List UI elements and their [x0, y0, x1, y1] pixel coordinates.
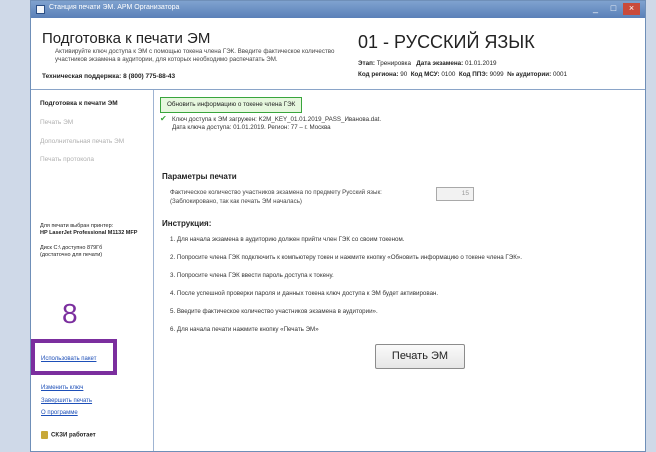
room-label: № аудитории: [507, 71, 552, 78]
support-phone: 8 (800) 775-88-43 [123, 73, 176, 80]
sidebar-item-print[interactable]: Печать ЭМ [40, 119, 73, 126]
instruction-step-2: 2. Попросите члена ГЭК подключить к комп… [170, 254, 522, 261]
printer-name: HP LaserJet Professional M1132 MFP [40, 230, 138, 236]
lock-icon [41, 431, 48, 439]
ckzi-status-text: СКЗИ работает [51, 432, 96, 439]
support-label: Техническая поддержка: [42, 73, 122, 80]
participants-count-input[interactable]: 15 [436, 187, 474, 201]
sidebar-item-prepare[interactable]: Подготовка к печати ЭМ [40, 100, 118, 107]
sidebar: Подготовка к печати ЭМ Печать ЭМ Дополни… [31, 90, 154, 451]
desktop-left-strip [0, 0, 30, 452]
param-block: Фактическое количество участников экзаме… [170, 188, 435, 206]
subject-title: 01 - РУССКИЙ ЯЗЫК [358, 32, 535, 52]
support-info: Техническая поддержка: 8 (800) 775-88-43 [42, 73, 175, 80]
printer-label: Для печати выбран принтер: [40, 223, 114, 229]
annotation-number: 8 [62, 298, 78, 329]
key-loaded-line: Ключ доступа к ЭМ загружен: K2M_KEY_01.0… [172, 116, 382, 123]
instruction-step-4: 4. После успешной проверки пароля и данн… [170, 290, 439, 297]
msu-value: 0100 [441, 71, 456, 78]
instruction-step-1: 1. Для начала экзамена в аудиторию долже… [170, 236, 405, 243]
about-link[interactable]: О программе [41, 410, 78, 416]
key-info: ✔ Ключ доступа к ЭМ загружен: K2M_KEY_01… [160, 114, 630, 132]
region-label: Код региона: [358, 71, 399, 78]
ppe-value: 9099 [489, 71, 504, 78]
title-bar: Станция печати ЭМ. АРМ Организатора _ □ … [31, 1, 645, 18]
header-description: Активируйте ключ доступа к ЭМ с помощью … [55, 48, 335, 63]
participants-note: (Заблокировано, так как печать ЭМ начала… [170, 198, 302, 205]
instruction-step-5: 5. Введите фактическое количество участн… [170, 308, 378, 315]
ckzi-status: СКЗИ работает [41, 431, 96, 439]
refresh-token-button[interactable]: Обновить информацию о токене члена ГЭК [160, 97, 302, 113]
msu-label: Код МСУ: [410, 71, 440, 78]
close-button[interactable]: × [623, 3, 640, 15]
minimize-button[interactable]: _ [587, 3, 604, 15]
params-title: Параметры печати [162, 172, 237, 181]
printer-info: Для печати выбран принтер: HP LaserJet P… [40, 223, 152, 237]
app-icon [36, 5, 45, 14]
exam-date-label: Дата экзамена: [416, 60, 464, 67]
sidebar-item-protocol[interactable]: Печать протокола [40, 156, 94, 163]
key-meta-line: Дата ключа доступа: 01.01.2019. Регион: … [172, 124, 331, 131]
app-window: Станция печати ЭМ. АРМ Организатора _ □ … [30, 0, 646, 452]
exam-meta: Этап: Тренировка Дата экзамена: 01.01.20… [358, 58, 567, 80]
finish-print-link[interactable]: Завершить печать [41, 398, 92, 404]
disk-status: (достаточно для печати) [40, 252, 103, 258]
room-value: 0001 [552, 71, 567, 78]
maximize-button[interactable]: □ [605, 3, 622, 15]
desktop-right-strip [646, 0, 656, 452]
main-panel: Обновить информацию о токене члена ГЭК ✔… [154, 90, 645, 451]
instruction-step-6: 6. Для начала печати нажмите кнопку «Печ… [170, 326, 319, 333]
participants-label: Фактическое количество участников экзаме… [170, 189, 382, 196]
stage-label: Этап: [358, 60, 375, 67]
instructions-title: Инструкция: [162, 219, 212, 228]
sidebar-item-extra-print[interactable]: Дополнительная печать ЭМ [40, 138, 124, 145]
check-icon: ✔ [160, 114, 167, 123]
instruction-step-3: 3. Попросите члена ГЭК ввести пароль дос… [170, 272, 334, 279]
disk-space: Диск C:\ доступно 879Гб [40, 245, 103, 251]
disk-info: Диск C:\ доступно 879Гб (достаточно для … [40, 245, 152, 259]
ppe-label: Код ППЭ: [458, 71, 488, 78]
header: Подготовка к печати ЭМ Активируйте ключ … [31, 18, 645, 88]
change-key-link[interactable]: Изменить ключ [41, 385, 83, 391]
exam-date-value: 01.01.2019 [465, 60, 497, 67]
page-title: Подготовка к печати ЭМ [42, 30, 211, 47]
use-package-link[interactable]: Использовать пакет [41, 356, 96, 362]
region-value: 90 [400, 71, 408, 78]
print-em-button[interactable]: Печать ЭМ [375, 344, 465, 369]
stage-value: Тренировка [376, 60, 411, 67]
window-title: Станция печати ЭМ. АРМ Организатора [49, 4, 180, 11]
